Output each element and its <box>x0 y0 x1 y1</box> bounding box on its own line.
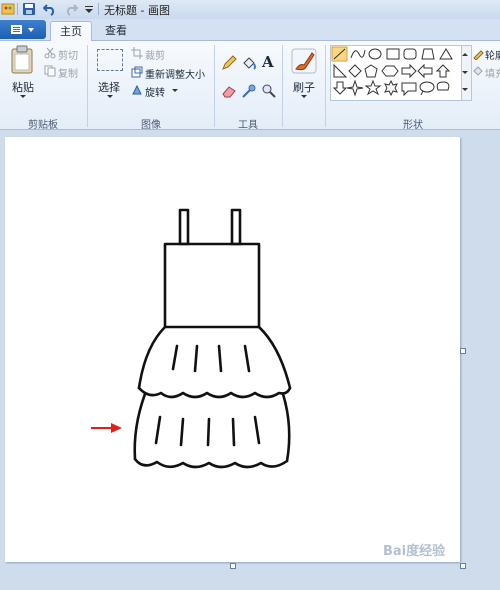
menu-icon <box>11 25 22 34</box>
canvas-resize-handle-corner[interactable] <box>460 563 466 569</box>
shapes-group-label: 形状 <box>403 120 423 131</box>
title-separator <box>98 3 99 15</box>
paste-icon[interactable] <box>10 45 34 75</box>
cut-button[interactable]: 剪切 <box>58 47 78 62</box>
shapes-group: 轮廓 填充 形状 <box>326 41 500 131</box>
tab-home[interactable]: 主页 <box>50 21 92 41</box>
save-icon[interactable] <box>22 2 36 16</box>
tools-group-label: 工具 <box>238 120 258 131</box>
crop-button[interactable]: 裁剪 <box>145 47 165 62</box>
paint-menu-button[interactable] <box>0 20 46 39</box>
watermark-text: Bai度经验 <box>383 544 446 559</box>
select-dropdown-arrow[interactable] <box>107 95 113 98</box>
color-picker-icon[interactable] <box>241 83 257 99</box>
title-bar: 无标题 - 画图 <box>0 0 500 20</box>
shapes-expand[interactable] <box>462 88 468 91</box>
window-title: 无标题 - 画图 <box>104 4 170 17</box>
resize-icon[interactable] <box>131 66 143 78</box>
select-icon[interactable] <box>97 49 123 71</box>
chevron-down-icon <box>28 28 34 32</box>
tab-view[interactable]: 查看 <box>96 21 136 40</box>
rotate-button[interactable]: 旋转 <box>145 84 165 99</box>
brushes-group: 刷子 <box>283 41 325 129</box>
fill-icon[interactable] <box>472 65 484 77</box>
image-group-label: 图像 <box>141 120 161 131</box>
redo-icon[interactable] <box>64 2 78 16</box>
ribbon-tab-row: 主页 查看 <box>0 19 500 41</box>
brush-icon[interactable] <box>290 47 318 75</box>
canvas-resize-handle-bottom[interactable] <box>230 563 236 569</box>
undo-icon[interactable] <box>43 2 57 16</box>
title-separator <box>17 3 18 15</box>
paint-app-icon <box>1 3 15 15</box>
select-button[interactable]: 选择 <box>98 79 120 95</box>
brushes-button[interactable]: 刷子 <box>293 79 315 95</box>
resize-button[interactable]: 重新调整大小 <box>145 66 205 81</box>
outline-icon[interactable] <box>472 48 484 60</box>
cut-icon[interactable] <box>44 47 56 59</box>
pencil-icon[interactable] <box>221 55 237 71</box>
copy-button[interactable]: 复制 <box>58 65 78 80</box>
shapes-scroll-up[interactable] <box>462 53 468 56</box>
magnifier-icon[interactable] <box>261 83 277 99</box>
brushes-dropdown-arrow[interactable] <box>301 95 307 98</box>
paste-button[interactable]: 粘贴 <box>12 79 34 95</box>
rotate-dropdown-arrow[interactable] <box>172 89 178 92</box>
paste-dropdown-arrow[interactable] <box>20 95 26 98</box>
drawing-canvas[interactable] <box>5 137 460 562</box>
text-tool[interactable]: A <box>262 53 274 71</box>
clipboard-group: 粘贴 剪切 复制 剪贴板 <box>0 41 86 131</box>
ribbon: 粘贴 剪切 复制 剪贴板 选择 裁剪 重新调整大小 旋转 图像 A 工具 刷子 … <box>0 41 500 131</box>
canvas-resize-handle-right[interactable] <box>460 348 466 354</box>
image-group: 选择 裁剪 重新调整大小 旋转 图像 <box>88 41 214 131</box>
crop-icon[interactable] <box>131 47 143 59</box>
clipboard-group-label: 剪贴板 <box>28 120 58 131</box>
shapes-scroll-down[interactable] <box>462 71 468 74</box>
dress-drawing <box>133 208 292 469</box>
eraser-icon[interactable] <box>221 83 237 99</box>
outline-button[interactable]: 轮廓 <box>485 47 500 62</box>
red-arrow-annotation <box>91 423 122 433</box>
copy-icon[interactable] <box>44 65 56 77</box>
customize-toolbar-icon[interactable] <box>82 2 96 16</box>
rotate-icon[interactable] <box>131 84 143 96</box>
fill-button[interactable]: 填充 <box>485 65 500 80</box>
shapes-gallery-icons <box>331 46 453 97</box>
tools-group: A 工具 <box>215 41 281 131</box>
fill-bucket-icon[interactable] <box>241 55 257 71</box>
